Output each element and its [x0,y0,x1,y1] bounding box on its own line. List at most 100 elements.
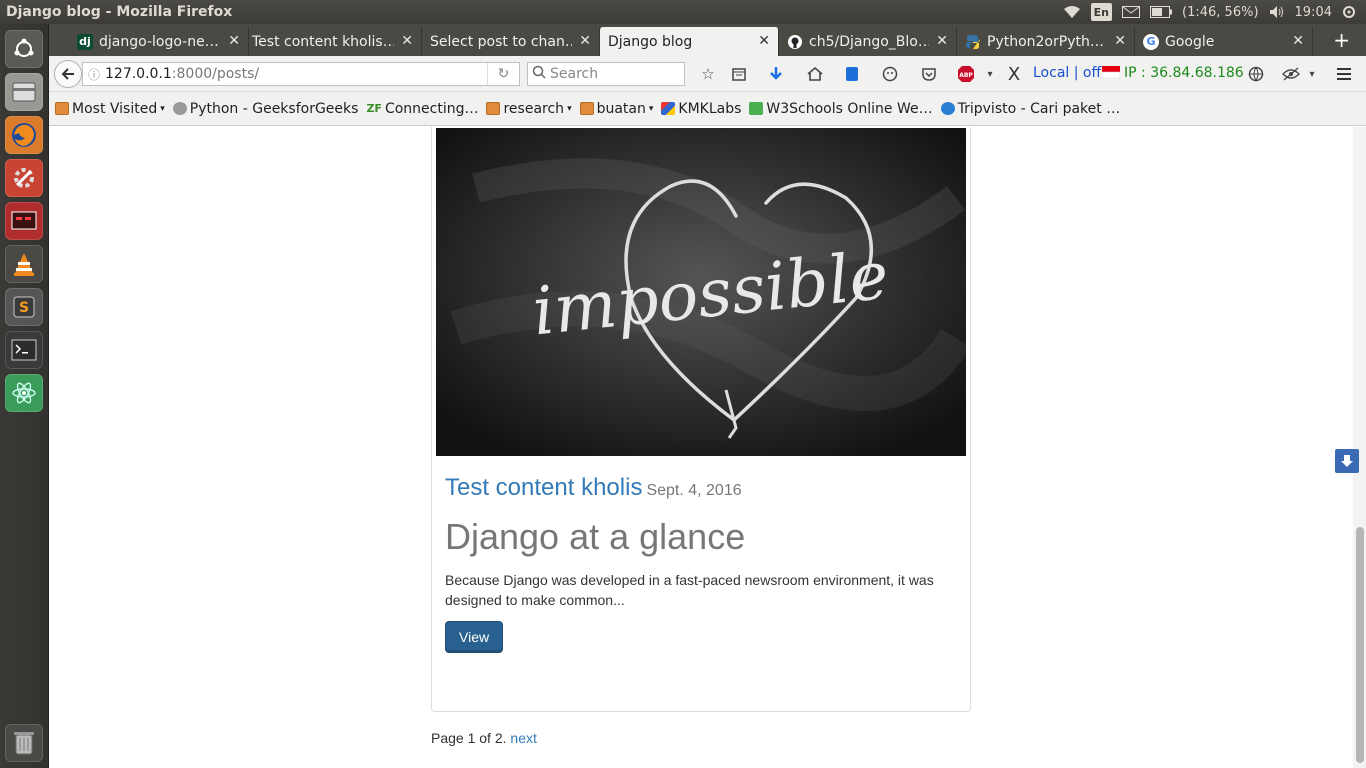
search-icon [532,65,546,83]
close-icon[interactable]: ✕ [401,33,413,49]
chat-addon-icon[interactable] [880,64,900,84]
network-addon-icon[interactable] [1246,64,1266,84]
w3schools-icon [749,102,764,115]
adblock-plus-icon[interactable]: ABP [956,64,976,84]
chevron-down-icon[interactable]: ▾ [980,64,1000,84]
clock[interactable]: 19:04 [1295,5,1332,20]
close-icon[interactable]: ✕ [1292,33,1304,49]
wifi-icon[interactable] [1063,3,1081,21]
tab-title: Google [1165,33,1215,50]
post-thumbnail: impossible [436,128,966,456]
bookmark-tripvisto[interactable]: Tripvisto - Cari paket … [940,100,1121,117]
tab-test-content[interactable]: Test content kholis… ✕ [244,27,422,56]
volume-icon[interactable] [1269,3,1285,21]
battery-icon[interactable] [1150,3,1173,21]
chevron-down-icon: ▾ [648,103,654,114]
post-author-link[interactable]: Test content kholis [445,474,642,501]
close-icon[interactable]: ✕ [579,33,591,49]
atom-icon[interactable] [5,374,43,412]
bookmark-most-visited[interactable]: Most Visited ▾ [55,101,165,117]
url-host: 127.0.0.1 [105,66,172,82]
chevron-down-icon: ▾ [160,103,165,114]
close-icon[interactable]: ✕ [228,33,240,49]
zend-icon: ZF [366,102,382,115]
close-icon[interactable]: ✕ [758,33,770,49]
bookmark-label: Most Visited [72,100,158,117]
reload-icon[interactable]: ↻ [487,63,519,85]
trash-icon[interactable] [5,724,43,762]
local-proxy-status[interactable]: Local | off [1033,65,1101,81]
tab-title: Django blog [608,33,693,50]
pagination: Page 1 of 2. next [431,730,537,746]
bookmark-geeksforgeeks[interactable]: Python - GeeksforGeeks [172,101,358,117]
tab-select-post[interactable]: Select post to chan… ✕ [422,27,600,56]
bookmark-buatan[interactable]: buatan ▾ [579,100,654,117]
back-button[interactable] [54,60,82,88]
terminal-icon[interactable] [5,331,43,369]
system-settings-icon[interactable] [5,159,43,197]
firefox-icon[interactable] [5,116,43,154]
back-arrow-icon [61,68,74,80]
info-icon[interactable]: ⓘ [83,66,105,83]
tab-django-blog[interactable]: Django blog ✕ [600,27,779,56]
tab-bar: dj django-logo-ne… ✕ Test content kholis… [49,24,1366,56]
post-card: impossible Test content kholis Sept. 4, 2… [431,127,971,712]
next-page-link[interactable]: next [510,730,536,746]
view-button[interactable]: View [445,621,504,653]
bookmark-label: buatan [596,100,646,117]
close-icon[interactable]: ✕ [1114,33,1126,49]
bookmark-connecting[interactable]: ZF Connecting… [366,101,478,117]
url-bar[interactable]: ⓘ 127.0.0.1:8000/posts/ ↻ [82,62,520,86]
post-title: Django at a glance [445,516,746,557]
remmina-icon[interactable] [5,202,43,240]
database-addon-icon[interactable] [842,64,862,84]
mail-icon[interactable] [1122,3,1141,21]
tab-python[interactable]: Python2orPyth… ✕ [957,27,1135,56]
bookmark-kmklabs[interactable]: KMKLabs [661,101,741,117]
kmklabs-icon [661,102,676,115]
pocket-icon[interactable] [919,64,939,84]
eye-addon-icon[interactable] [1281,64,1301,84]
sublime-text-icon[interactable]: S [5,288,43,326]
bookmark-w3schools[interactable]: W3Schools Online We… [749,101,933,117]
tab-title: django-logo-ne… [99,33,219,50]
tab-google[interactable]: G Google ✕ [1135,27,1313,56]
post-date: Sept. 4, 2016 [646,482,742,499]
x-addon-icon[interactable]: X [1004,64,1024,85]
tab-django-logo[interactable]: dj django-logo-ne… ✕ [69,27,249,56]
bookmark-label: Tripvisto - Cari paket … [957,100,1121,117]
indonesia-flag-icon [1102,66,1120,78]
search-placeholder: Search [550,66,599,82]
vertical-scrollbar[interactable] [1353,127,1366,768]
bookmark-research[interactable]: research ▾ [486,100,572,117]
chevron-down-icon: ▾ [567,103,572,114]
window-title: Django blog - Mozilla Firefox [6,4,233,20]
download-icon[interactable] [766,64,786,84]
tab-github[interactable]: ch5/Django_Blo… ✕ [779,27,957,56]
close-icon[interactable]: ✕ [936,33,948,49]
scrollbar-thumb[interactable] [1356,527,1364,763]
firefox-window: dj django-logo-ne… ✕ Test content kholis… [49,24,1366,768]
hamburger-menu-icon[interactable] [1334,64,1354,84]
new-tab-plus-icon[interactable]: + [1333,28,1350,52]
page-indicator: Page 1 of 2. [431,730,507,746]
vlc-icon[interactable] [5,245,43,283]
files-icon[interactable] [5,73,43,111]
scroll-down-arrow-icon[interactable] [1335,449,1359,473]
chevron-down-icon[interactable]: ▾ [1302,64,1322,84]
keyboard-layout-indicator[interactable]: En [1090,3,1113,21]
tripvisto-icon [940,102,955,115]
search-input[interactable]: Search [527,62,685,86]
folder-icon [486,102,501,115]
bookmark-label: KMKLabs [678,100,742,117]
home-icon[interactable] [805,64,825,84]
post-body: Test content kholis Sept. 4, 2016 Django … [445,474,960,653]
power-gear-icon[interactable] [1342,3,1356,21]
tab-title: Test content kholis… [252,33,394,50]
django-favicon-icon: dj [77,33,93,50]
bookmarks-library-icon[interactable] [729,64,749,84]
page-content: impossible Test content kholis Sept. 4, 2… [49,127,1353,768]
ubuntu-dash-icon[interactable] [5,30,43,68]
bookmark-star-icon[interactable]: ☆ [698,64,718,84]
bookmark-label: research [503,100,565,117]
